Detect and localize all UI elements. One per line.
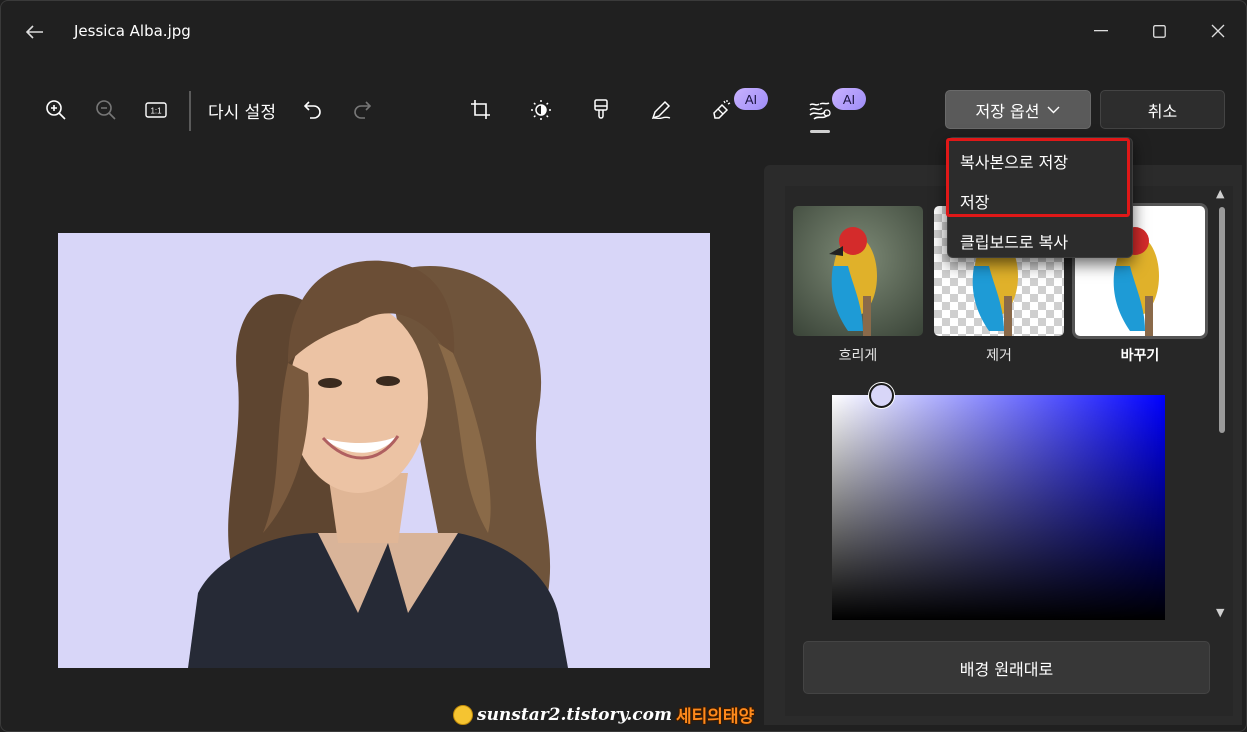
maximize-button[interactable]	[1139, 15, 1179, 47]
save-options-button[interactable]: 저장 옵션	[945, 90, 1091, 129]
blur-option-label: 흐리게	[838, 348, 878, 364]
brightness-icon	[531, 100, 551, 120]
actual-size-button[interactable]: 1:1	[139, 93, 173, 127]
window-title: Jessica Alba.jpg	[74, 22, 191, 40]
svg-text:1:1: 1:1	[150, 107, 162, 116]
eraser-icon	[713, 100, 731, 119]
ai-badge: AI	[734, 88, 768, 110]
watermark-site: sunstar2.tistory.com	[477, 704, 672, 725]
color-picker-handle[interactable]	[869, 383, 894, 408]
watermark: sunstar2.tistory.com 세티의태양	[453, 702, 754, 727]
scroll-up-arrow[interactable]: ▲	[1216, 187, 1224, 200]
adjust-button[interactable]	[524, 93, 558, 127]
markup-button[interactable]	[644, 93, 678, 127]
edited-photo	[58, 233, 710, 668]
redo-button[interactable]	[345, 93, 379, 127]
minimize-icon	[1094, 30, 1108, 32]
minimize-button[interactable]	[1081, 15, 1121, 47]
back-button[interactable]	[19, 17, 51, 47]
reset-button[interactable]: 다시 설정	[208, 98, 276, 123]
arrow-left-icon	[26, 25, 43, 39]
erase-button[interactable]	[704, 93, 738, 127]
scroll-down-arrow[interactable]: ▼	[1216, 606, 1224, 619]
zoom-in-button[interactable]	[39, 93, 73, 127]
zoom-in-icon	[46, 100, 66, 120]
photos-app-window: Jessica Alba.jpg 1:1 다시 설정 AI AI 저장 옵션 취…	[0, 0, 1247, 732]
toolbar-divider	[189, 91, 191, 131]
maximize-icon	[1152, 24, 1166, 38]
ai-badge: AI	[832, 88, 866, 110]
scrollbar-thumb[interactable]	[1219, 207, 1225, 433]
crop-icon	[471, 100, 490, 119]
color-picker-spectrum[interactable]	[832, 395, 1165, 620]
chevron-down-icon	[1047, 106, 1060, 113]
crop-button[interactable]	[464, 93, 498, 127]
undo-button[interactable]	[296, 93, 330, 127]
undo-icon	[304, 101, 321, 119]
highlight-annotation	[946, 138, 1130, 217]
close-button[interactable]	[1198, 15, 1238, 47]
close-icon	[1211, 24, 1225, 38]
active-tool-indicator	[810, 130, 830, 133]
watermark-name: 세티의태양	[676, 707, 755, 727]
save-options-label: 저장 옵션	[975, 101, 1040, 121]
remove-option-label: 제거	[986, 348, 1012, 364]
menu-item-copy-clipboard[interactable]: 클립보드로 복사	[960, 229, 1068, 253]
pen-icon	[651, 100, 671, 120]
filter-button[interactable]	[584, 93, 618, 127]
portrait-image	[188, 260, 568, 668]
actual-size-icon: 1:1	[145, 102, 167, 118]
brush-icon	[594, 99, 608, 119]
zoom-out-button[interactable]	[89, 93, 123, 127]
background-icon	[809, 102, 831, 120]
restore-background-button[interactable]: 배경 원래대로	[803, 641, 1210, 694]
zoom-out-icon	[96, 100, 116, 120]
redo-icon	[354, 101, 371, 119]
cancel-button[interactable]: 취소	[1100, 90, 1225, 129]
replace-option-label: 바꾸기	[1120, 348, 1160, 364]
title-bar: Jessica Alba.jpg	[1, 1, 1246, 61]
blur-option-thumbnail[interactable]	[793, 206, 923, 336]
smiley-icon	[453, 704, 473, 725]
parrot-thumbnail	[829, 227, 877, 336]
